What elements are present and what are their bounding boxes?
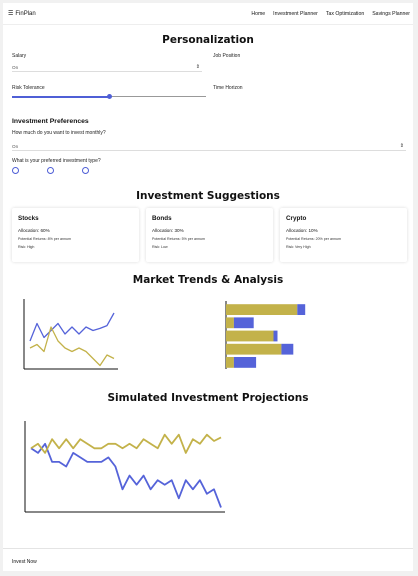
- market-bar-chart: [225, 301, 306, 369]
- investment-type-radio-1[interactable]: [12, 167, 19, 174]
- monthly-question: How much do you want to invest monthly?: [12, 130, 106, 136]
- investment-type-radio-3[interactable]: [82, 167, 89, 174]
- job-position-label: Job Position: [213, 53, 241, 59]
- bar-segment: [281, 343, 294, 355]
- brand[interactable]: ☰ FinPlan: [8, 10, 36, 18]
- bar-segment: [233, 317, 254, 329]
- card-returns: Potential Returns: 8% per annum: [18, 237, 71, 241]
- bars-icon: ☰: [8, 11, 14, 17]
- series-line-2: [30, 433, 222, 454]
- nav-link-investment-planner[interactable]: Investment Planner: [273, 11, 318, 17]
- investment-type-radios: [12, 167, 89, 174]
- simulation-title: Simulated Investment Projections: [107, 392, 309, 404]
- card-returns: Potential Returns: 5% per annum: [152, 237, 205, 241]
- bar-segment: [226, 317, 234, 329]
- suggestion-card-stocks: Stocks Allocation: 60% Potential Returns…: [12, 208, 139, 262]
- monthly-select[interactable]: On ⇕: [12, 142, 406, 151]
- suggestions-title: Investment Suggestions: [136, 190, 280, 202]
- card-returns: Potential Returns: 20% per annum: [286, 237, 341, 241]
- bar-segment: [226, 330, 274, 342]
- investment-type-radio-2[interactable]: [47, 167, 54, 174]
- footer: Invest Now: [3, 548, 413, 571]
- preferences-title: Investment Preferences: [12, 118, 89, 125]
- card-title: Bonds: [152, 215, 172, 222]
- salary-label: Salary: [12, 53, 27, 59]
- app-frame: ☰ FinPlan Home Investment Planner Tax Op…: [3, 3, 413, 571]
- series-line-2: [29, 326, 115, 367]
- risk-slider-fill: [12, 95, 109, 98]
- market-title: Market Trends & Analysis: [132, 274, 284, 286]
- salary-select-value: On: [12, 65, 19, 70]
- investment-type-question: What is your preferred investment type?: [12, 158, 101, 164]
- card-risk: Risk: Low: [152, 245, 168, 249]
- time-horizon-label: Time Horizon: [213, 85, 243, 91]
- card-allocation: Allocation: 10%: [286, 228, 318, 233]
- card-title: Crypto: [286, 215, 307, 222]
- personalization-title: Personalization: [162, 34, 254, 46]
- nav-link-home[interactable]: Home: [251, 11, 265, 17]
- nav-links: Home Investment Planner Tax Optimization…: [251, 11, 410, 17]
- suggestion-card-crypto: Crypto Allocation: 10% Potential Returns…: [280, 208, 407, 262]
- brand-name: FinPlan: [15, 10, 36, 17]
- nav-link-tax-optimization[interactable]: Tax Optimization: [326, 11, 364, 17]
- series-line-1: [30, 442, 222, 508]
- bar-segment: [297, 304, 306, 315]
- risk-slider-thumb[interactable]: [106, 93, 112, 99]
- monthly-select-value: On: [12, 144, 19, 149]
- bar-segment: [273, 330, 278, 342]
- projection-line-chart: [24, 421, 225, 513]
- bar-segment: [233, 357, 257, 368]
- suggestion-card-bonds: Bonds Allocation: 30% Potential Returns:…: [146, 208, 273, 262]
- card-risk: Risk: Very High: [286, 245, 311, 249]
- salary-select[interactable]: On ⇕: [12, 63, 202, 72]
- card-title: Stocks: [18, 215, 39, 222]
- bar-segment: [226, 357, 234, 368]
- risk-tolerance-label: Risk Tolerance: [12, 85, 45, 91]
- invest-now-button[interactable]: Invest Now: [12, 559, 37, 565]
- updown-caret-icon: ⇕: [399, 143, 404, 149]
- bar-segment: [226, 304, 298, 315]
- card-allocation: Allocation: 60%: [18, 228, 50, 233]
- card-allocation: Allocation: 30%: [152, 228, 184, 233]
- nav-link-savings-planner[interactable]: Savings Planner: [372, 11, 410, 17]
- bar-segment: [226, 343, 282, 355]
- card-risk: Risk: High: [18, 245, 35, 249]
- market-line-chart: [23, 299, 118, 370]
- updown-caret-icon: ⇕: [195, 64, 200, 70]
- navbar: ☰ FinPlan Home Investment Planner Tax Op…: [3, 3, 413, 25]
- series-line-1: [29, 312, 115, 342]
